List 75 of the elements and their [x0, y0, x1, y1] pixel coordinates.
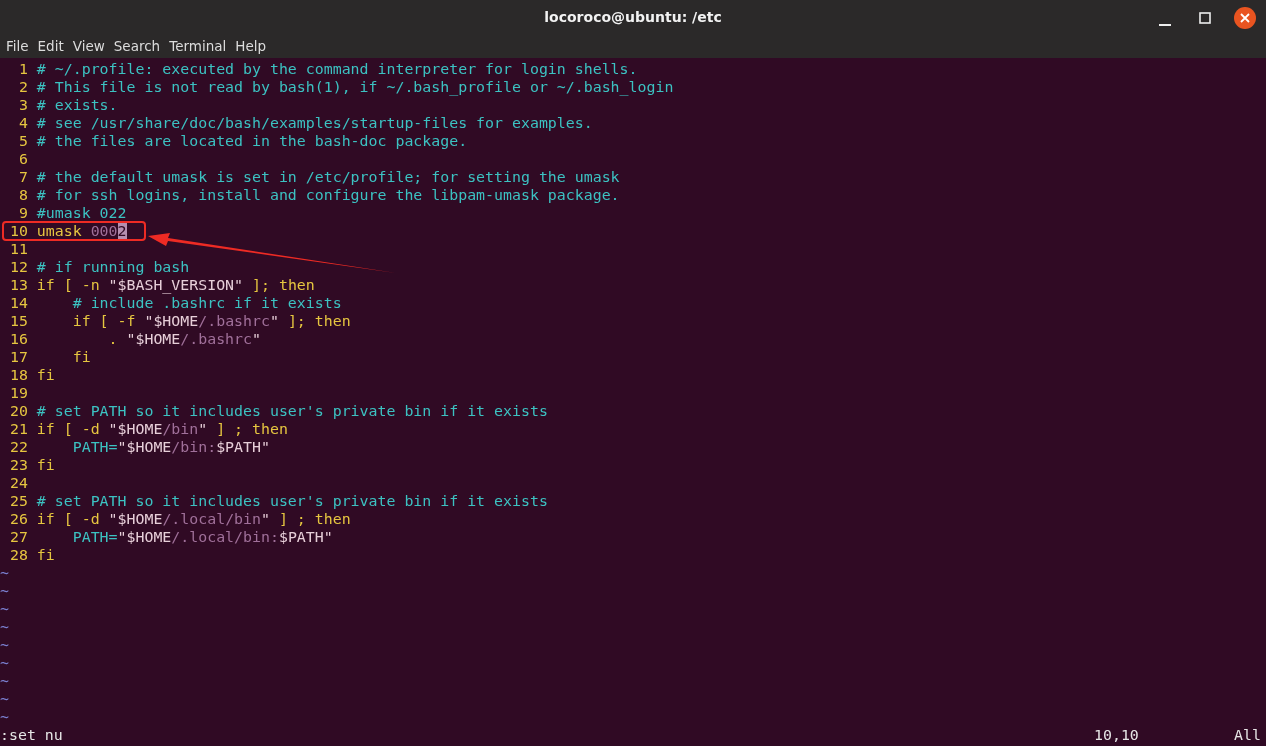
code-line: # see /usr/share/doc/bash/examples/startup-files for examples.: [36, 114, 593, 132]
line-number: 1: [17, 60, 28, 78]
empty-line-marker: ~: [0, 654, 9, 672]
code-line: PATH="$HOME/bin:$PATH": [71, 438, 270, 456]
code-line: #umask 022: [36, 204, 127, 222]
empty-line-marker: ~: [0, 672, 9, 690]
menu-item[interactable]: Search: [113, 38, 168, 55]
code-line: PATH="$HOME/.local/bin:$PATH": [71, 528, 333, 546]
line-number: 9: [17, 204, 28, 222]
line-number: 7: [17, 168, 28, 186]
line-number: 18: [8, 366, 28, 384]
empty-line-marker: ~: [0, 600, 9, 618]
line-number: 20: [8, 402, 28, 420]
code-line: fi: [36, 546, 55, 564]
code-line: fi: [36, 366, 55, 384]
line-number: 16: [8, 330, 28, 348]
line-number: 23: [8, 456, 28, 474]
empty-line-marker: ~: [0, 618, 9, 636]
line-number: 26: [8, 510, 28, 528]
code-line: if [ -n "$BASH_VERSION" ]; then: [36, 276, 315, 294]
code-line: # include .bashrc if it exists: [71, 294, 342, 312]
line-number: 13: [8, 276, 28, 294]
code-line: # exists.: [36, 96, 118, 114]
code-line: umask 0002: [36, 222, 127, 240]
menu-item[interactable]: Edit: [37, 38, 71, 55]
line-number: 17: [8, 348, 28, 366]
line-number: 14: [8, 294, 28, 312]
code-line: # ~/.profile: executed by the command interpreter for login shells.: [36, 60, 638, 78]
line-number: 10: [8, 222, 28, 240]
line-number: 8: [17, 186, 28, 204]
line-number: 3: [17, 96, 28, 114]
menu-item[interactable]: Help: [235, 38, 274, 55]
code-line: # set PATH so it includes user's private bin if it exists: [36, 492, 548, 510]
code-line: # the default umask is set in /etc/profile; for setting the umask: [36, 168, 620, 186]
line-number: 15: [8, 312, 28, 330]
line-number: 12: [8, 258, 28, 276]
menu-item[interactable]: File: [6, 38, 36, 55]
code-line: fi: [71, 348, 91, 366]
code-line: if [ -d "$HOME/bin" ] ; then: [36, 420, 288, 438]
line-number: 25: [8, 492, 28, 510]
empty-line-marker: ~: [0, 690, 9, 708]
window-title: locoroco@ubuntu: /etc: [544, 9, 722, 26]
code-line: if [ -f "$HOME/.bashrc" ]; then: [71, 312, 351, 330]
empty-line-marker: ~: [0, 636, 9, 654]
code-line: # set PATH so it includes user's private bin if it exists: [36, 402, 548, 420]
maximize-icon: [1199, 12, 1211, 24]
line-number: 22: [8, 438, 28, 456]
code-line: # This file is not read by bash(1), if ~/.bash_profile or ~/.bash_login: [36, 78, 674, 96]
line-number: 24: [8, 474, 28, 492]
empty-line-marker: ~: [0, 582, 9, 600]
menu-item[interactable]: Terminal: [169, 38, 234, 55]
line-number: 5: [17, 132, 28, 150]
line-number: 2: [17, 78, 28, 96]
line-number: 11: [8, 240, 28, 258]
menu-item[interactable]: View: [72, 38, 112, 55]
code-line: fi: [36, 456, 55, 474]
line-number: 21: [8, 420, 28, 438]
code-line: # the files are located in the bash-doc package.: [36, 132, 468, 150]
code-line: # if running bash: [36, 258, 190, 276]
line-number: 19: [8, 384, 28, 402]
code-line: if [ -d "$HOME/.local/bin" ] ; then: [36, 510, 351, 528]
code-line: # for ssh logins, install and configure the libpam-umask package.: [36, 186, 620, 204]
cursor-position: 10,10: [1094, 726, 1139, 744]
minimize-icon: [1159, 24, 1171, 26]
empty-line-marker: ~: [0, 564, 9, 582]
code-line: . "$HOME/.bashrc": [107, 330, 261, 348]
line-number: 28: [8, 546, 28, 564]
line-number: 27: [8, 528, 28, 546]
command-line: :set nu: [0, 726, 63, 744]
close-icon: [1234, 7, 1256, 29]
close-button[interactable]: [1234, 7, 1256, 29]
line-number: 6: [17, 150, 28, 168]
scroll-position: All: [1234, 726, 1261, 744]
empty-line-marker: ~: [0, 708, 9, 726]
line-number: 4: [17, 114, 28, 132]
